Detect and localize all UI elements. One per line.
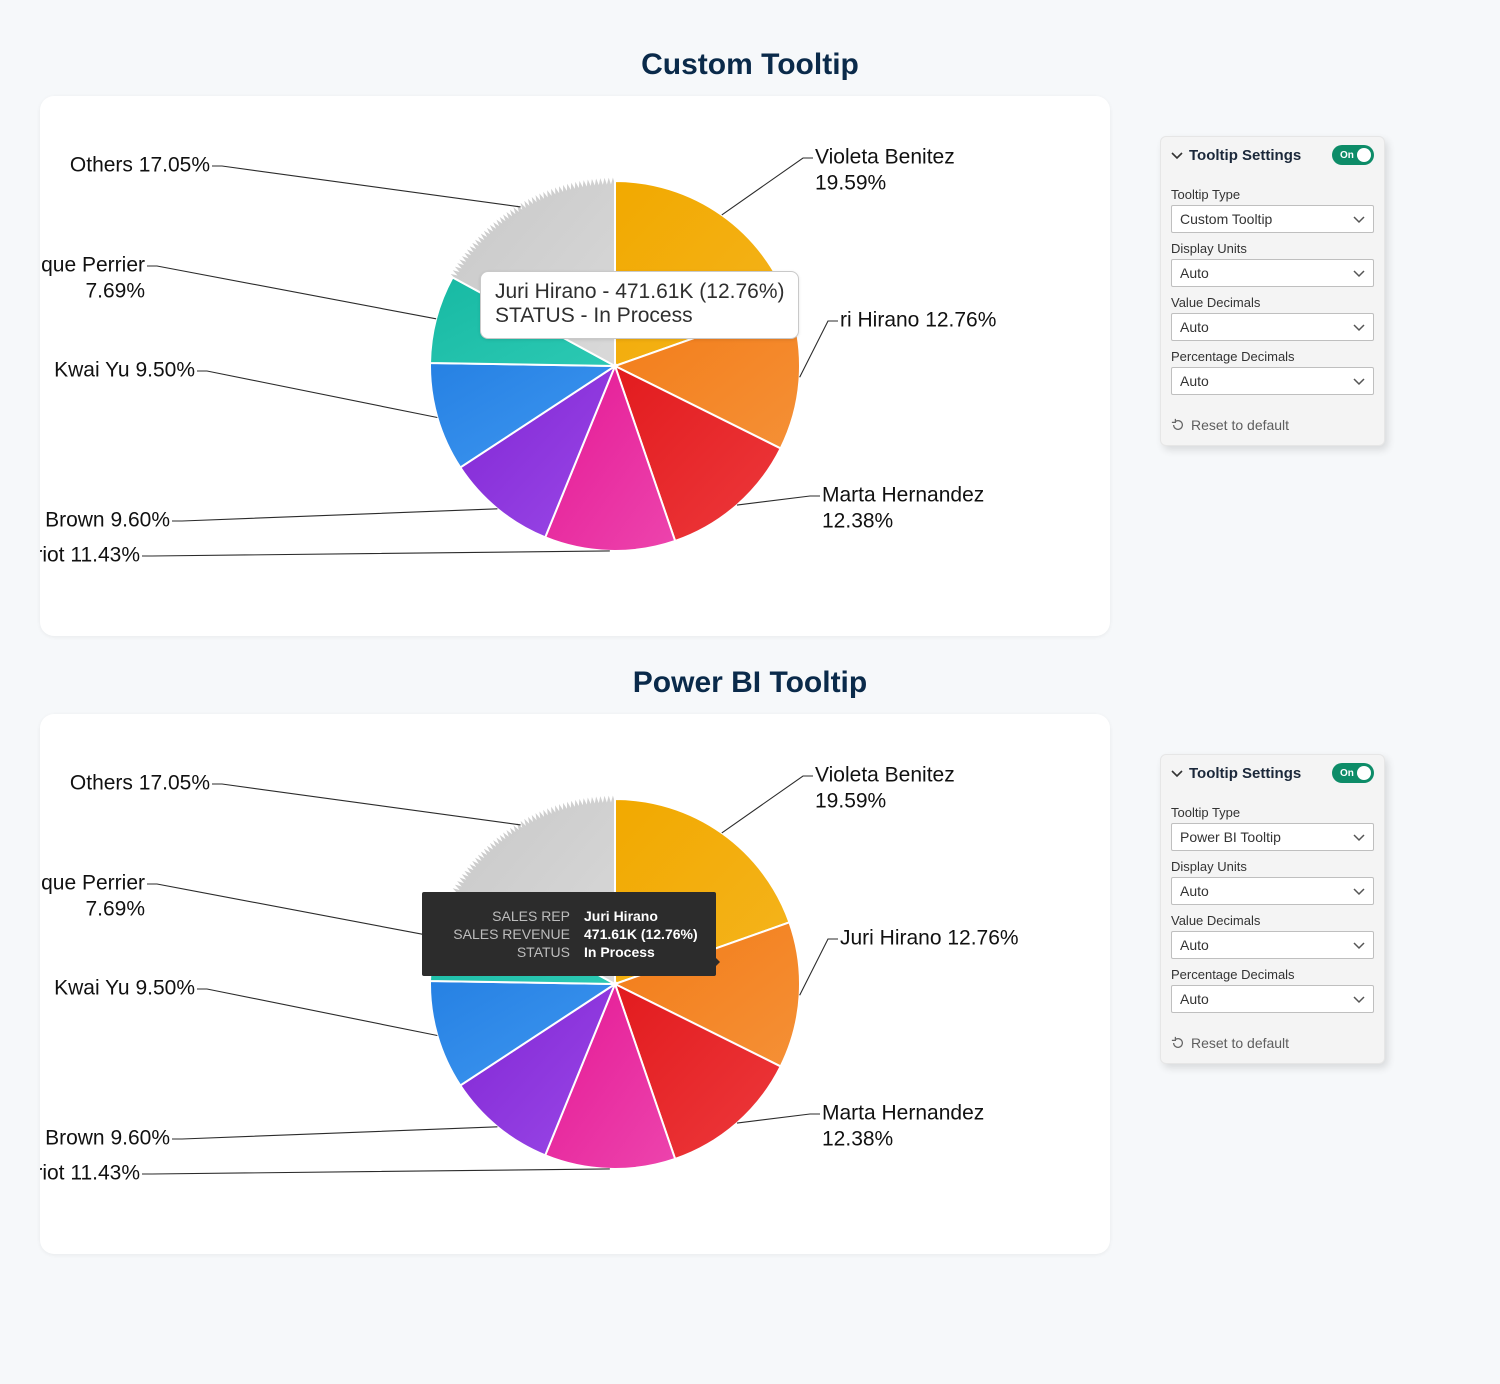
- tooltip-row-value: Juri Hirano: [584, 908, 658, 924]
- select-percentage-decimals[interactable]: Auto: [1171, 985, 1374, 1013]
- field-label: Tooltip Type: [1171, 805, 1374, 820]
- slice-label: 12.38%: [822, 1128, 893, 1151]
- slice-label: Others 17.05%: [70, 772, 210, 795]
- tooltip-row: SALES REVENUE 471.61K (12.76%): [440, 926, 698, 942]
- tooltip-row: STATUS In Process: [440, 944, 698, 960]
- slice-label: Violeta Benitez: [815, 764, 955, 787]
- panel-header[interactable]: Tooltip Settings On: [1161, 137, 1384, 173]
- chevron-down-icon: [1353, 267, 1365, 279]
- slice-label: 19.59%: [815, 790, 886, 813]
- chevron-down-icon: [1353, 375, 1365, 387]
- tooltip-row-value: 471.61K (12.76%): [584, 926, 698, 942]
- reset-icon: [1171, 418, 1185, 432]
- chevron-down-icon: [1353, 213, 1365, 225]
- custom-tooltip-line2: STATUS - In Process: [495, 304, 784, 328]
- field-label: Tooltip Type: [1171, 187, 1374, 202]
- select-display-units[interactable]: Auto: [1171, 877, 1374, 905]
- slice-label: Julie Brown 9.60%: [40, 509, 170, 532]
- select-tooltip-type[interactable]: Power BI Tooltip: [1171, 823, 1374, 851]
- chart-card-powerbi: Violeta Benitez 19.59% Juri Hirano 12.76% M…: [40, 714, 1110, 1254]
- chevron-down-icon: [1171, 149, 1183, 161]
- toggle-on[interactable]: On: [1332, 145, 1374, 165]
- field-label: Value Decimals: [1171, 913, 1374, 928]
- reset-label: Reset to default: [1191, 1035, 1289, 1051]
- tooltip-settings-panel-powerbi: Tooltip Settings On Tooltip Type Power BI…: [1160, 754, 1385, 1064]
- select-value-decimals[interactable]: Auto: [1171, 931, 1374, 959]
- field-label: Display Units: [1171, 859, 1374, 874]
- section-title-powerbi: Power BI Tooltip: [300, 666, 1200, 700]
- reset-to-default[interactable]: Reset to default: [1161, 1023, 1384, 1063]
- tooltip-row: SALES REP Juri Hirano: [440, 908, 698, 924]
- slice-label: ri Hirano 12.76%: [840, 309, 996, 332]
- panel-title: Tooltip Settings: [1189, 147, 1301, 164]
- chevron-down-icon: [1353, 993, 1365, 1005]
- slice-label: 7.69%: [85, 898, 145, 921]
- tooltip-row-label: SALES REP: [440, 908, 570, 924]
- tooltip-settings-panel-custom: Tooltip Settings On Tooltip Type Custom T…: [1160, 136, 1385, 446]
- slice-label: 12.38%: [822, 510, 893, 533]
- select-display-units[interactable]: Auto: [1171, 259, 1374, 287]
- panel-header[interactable]: Tooltip Settings On: [1161, 755, 1384, 791]
- slice-label: 7.69%: [85, 280, 145, 303]
- chevron-down-icon: [1353, 831, 1365, 843]
- chart-card-custom: Violeta Benitez 19.59% ri Hirano 12.76% Mar…: [40, 96, 1110, 636]
- section-title-custom: Custom Tooltip: [300, 48, 1200, 82]
- reset-to-default[interactable]: Reset to default: [1161, 405, 1384, 445]
- custom-tooltip-line1: Juri Hirano - 471.61K (12.76%): [495, 280, 784, 304]
- pie-chart-powerbi[interactable]: Violeta Benitez 19.59% Juri Hirano 12.76% M…: [40, 714, 1110, 1254]
- slice-label: Violeta Benitez: [815, 146, 955, 169]
- slice-label: Kwai Yu 9.50%: [54, 977, 195, 1000]
- slice-label: Dominique Perrier: [40, 872, 145, 895]
- field-label: Value Decimals: [1171, 295, 1374, 310]
- tooltip-row-label: SALES REVENUE: [440, 926, 570, 942]
- field-label: Percentage Decimals: [1171, 967, 1374, 982]
- slice-label: Juri Hirano 12.76%: [840, 927, 1019, 950]
- slice-label: Marta Hernandez: [822, 484, 984, 507]
- select-percentage-decimals[interactable]: Auto: [1171, 367, 1374, 395]
- slice-label: Marta Hernandez: [822, 1102, 984, 1125]
- panel-title: Tooltip Settings: [1189, 765, 1301, 782]
- select-tooltip-type[interactable]: Custom Tooltip: [1171, 205, 1374, 233]
- field-label: Percentage Decimals: [1171, 349, 1374, 364]
- slice-label: Paul Henriot 11.43%: [40, 544, 140, 567]
- chevron-down-icon: [1353, 939, 1365, 951]
- slice-label: Paul Henriot 11.43%: [40, 1162, 140, 1185]
- select-value-decimals[interactable]: Auto: [1171, 313, 1374, 341]
- chevron-down-icon: [1353, 321, 1365, 333]
- field-label: Display Units: [1171, 241, 1374, 256]
- powerbi-tooltip: SALES REP Juri Hirano SALES REVENUE 471.61K…: [422, 892, 716, 976]
- reset-icon: [1171, 1036, 1185, 1050]
- slice-label: Kwai Yu 9.50%: [54, 359, 195, 382]
- reset-label: Reset to default: [1191, 417, 1289, 433]
- tooltip-row-value: In Process: [584, 944, 655, 960]
- tooltip-row-label: STATUS: [440, 944, 570, 960]
- slice-label: Julie Brown 9.60%: [40, 1127, 170, 1150]
- slice-label: Others 17.05%: [70, 154, 210, 177]
- chevron-down-icon: [1353, 885, 1365, 897]
- toggle-on[interactable]: On: [1332, 763, 1374, 783]
- slice-label: Dominique Perrier: [40, 254, 145, 277]
- slice-label: 19.59%: [815, 172, 886, 195]
- chevron-down-icon: [1171, 767, 1183, 779]
- custom-tooltip: Juri Hirano - 471.61K (12.76%) STATUS - …: [480, 271, 799, 339]
- pie-chart-custom[interactable]: Violeta Benitez 19.59% ri Hirano 12.76% Mar…: [40, 96, 1110, 636]
